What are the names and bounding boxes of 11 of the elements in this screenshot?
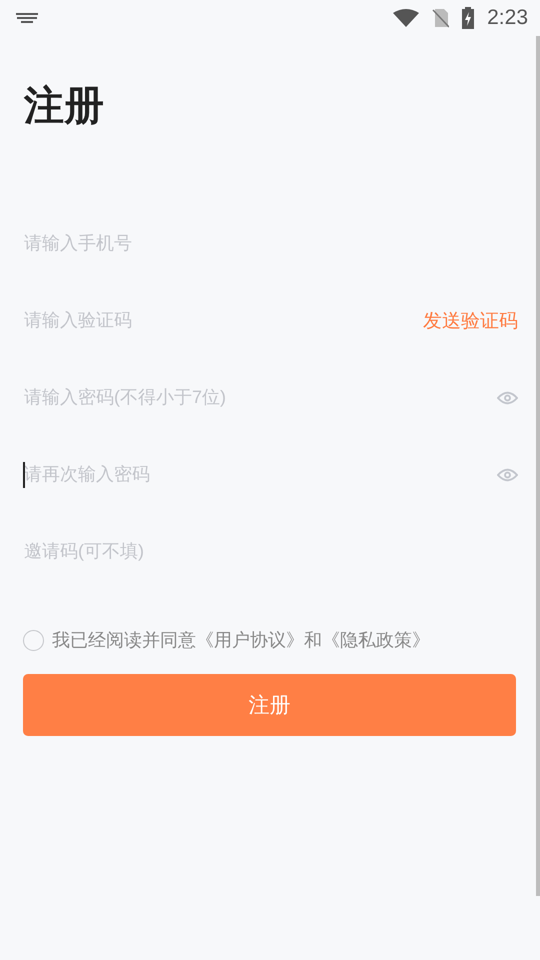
agreement-checkbox[interactable] — [23, 630, 44, 650]
agreement-text: 我已经阅读并同意《用户协议》和《隐私政策》 — [52, 629, 430, 652]
wifi-icon — [393, 9, 420, 27]
page-title: 注册 — [24, 82, 105, 131]
send-code-button[interactable]: 发送验证码 — [423, 308, 518, 334]
no-sim-icon — [431, 8, 450, 28]
eye-icon[interactable] — [497, 390, 518, 404]
eye-icon[interactable] — [497, 468, 518, 482]
register-button[interactable]: 注册 — [23, 674, 516, 736]
status-time: 2:23 — [487, 6, 528, 30]
battery-charging-icon — [461, 7, 476, 29]
